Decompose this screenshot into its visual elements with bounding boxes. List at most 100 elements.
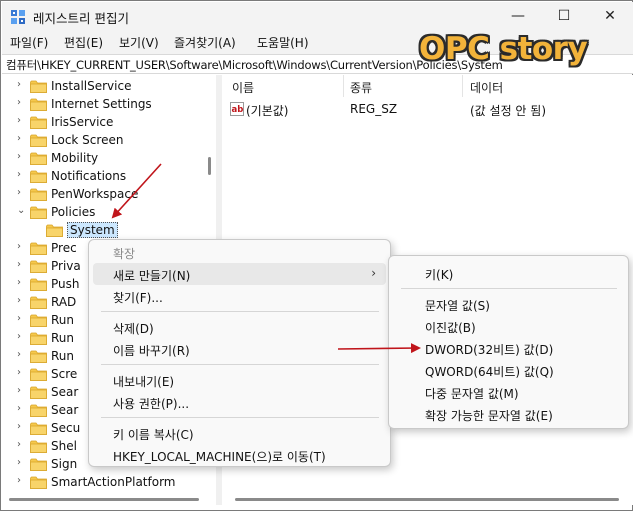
tree-item-label: Notifications	[51, 169, 127, 183]
menu-item-expand[interactable]: 확장	[89, 241, 390, 263]
column-header-data[interactable]: 데이터	[470, 79, 503, 96]
tree-item-label: Run	[51, 349, 75, 363]
chevron-right-icon[interactable]: ›	[17, 277, 21, 288]
chevron-right-icon[interactable]: ›	[17, 403, 21, 414]
chevron-down-icon[interactable]: ⌄	[17, 205, 25, 216]
context-menu: 확장 새로 만들기(N) › 찾기(F)... 삭제(D) 이름 바꾸기(R) 내…	[88, 239, 391, 467]
tree-item-label: Lock Screen	[51, 133, 124, 147]
minimize-button[interactable]: —	[495, 2, 541, 30]
chevron-right-icon[interactable]: ›	[17, 187, 21, 198]
tree-item[interactable]: System	[2, 221, 216, 239]
tree-item[interactable]: › Internet Settings	[2, 95, 216, 113]
title-bar[interactable]: 레지스트리 편집기 — ☐ ✕	[2, 2, 633, 30]
chevron-right-icon[interactable]: ›	[17, 439, 21, 450]
folder-icon	[46, 224, 63, 237]
table-row[interactable]: ab (기본값) REG_SZ (값 설정 안 됨)	[222, 100, 633, 118]
column-header-type[interactable]: 종류	[350, 79, 372, 96]
folder-icon	[30, 134, 47, 147]
menu-file[interactable]: 파일(F)	[10, 34, 48, 51]
chevron-right-icon[interactable]: ›	[17, 241, 21, 252]
folder-icon	[30, 314, 47, 327]
tree-item-label: Prec	[51, 241, 77, 255]
submenu-item-string[interactable]: 문자열 값(S)	[389, 293, 628, 315]
tree-item-label: Internet Settings	[51, 97, 152, 111]
folder-icon	[30, 476, 47, 489]
value-data: (값 설정 안 됨)	[470, 104, 547, 118]
chevron-right-icon[interactable]: ›	[17, 169, 21, 180]
submenu-item-binary[interactable]: 이진값(B)	[389, 315, 628, 337]
menu-separator	[401, 288, 617, 289]
tree-item[interactable]: › Notifications	[2, 167, 216, 185]
tree-item[interactable]: › InstallService	[2, 77, 216, 95]
menu-item-copy-key-name[interactable]: 키 이름 복사(C)	[89, 422, 390, 444]
menu-item-find[interactable]: 찾기(F)...	[89, 285, 390, 307]
maximize-icon: ☐	[557, 8, 571, 24]
menu-item-rename[interactable]: 이름 바꾸기(R)	[89, 338, 390, 360]
tree-item[interactable]: ⌄ Policies	[2, 203, 216, 221]
tree-item-label: SmartActionPlatform	[51, 475, 176, 489]
folder-icon	[30, 368, 47, 381]
close-button[interactable]: ✕	[587, 2, 633, 30]
column-divider[interactable]	[343, 75, 344, 97]
chevron-right-icon[interactable]: ›	[17, 115, 21, 126]
tree-item-label: Sear	[51, 385, 79, 399]
chevron-right-icon[interactable]: ›	[17, 151, 21, 162]
folder-icon	[30, 404, 47, 417]
chevron-right-icon[interactable]: ›	[17, 457, 21, 468]
folder-icon	[30, 206, 47, 219]
chevron-right-icon[interactable]: ›	[17, 475, 21, 486]
chevron-right-icon[interactable]: ›	[17, 79, 21, 90]
submenu-item-dword[interactable]: DWORD(32비트) 값(D)	[389, 337, 628, 359]
tree-item-label: Push	[51, 277, 80, 291]
tree-item[interactable]: › IrisService	[2, 113, 216, 131]
submenu-item-key[interactable]: 키(K)	[389, 262, 628, 284]
menu-item-new[interactable]: 새로 만들기(N) ›	[93, 263, 386, 285]
folder-icon	[30, 116, 47, 129]
submenu-item-qword[interactable]: QWORD(64비트) 값(Q)	[389, 359, 628, 381]
menu-favorites[interactable]: 즐겨찾기(A)	[174, 34, 236, 51]
tree-item[interactable]: › Lock Screen	[2, 131, 216, 149]
folder-icon	[30, 152, 47, 165]
tree-item-label: PenWorkspace	[51, 187, 139, 201]
chevron-right-icon[interactable]: ›	[17, 385, 21, 396]
submenu-item-expandable-string[interactable]: 확장 가능한 문자열 값(E)	[389, 403, 628, 425]
chevron-right-icon[interactable]: ›	[17, 349, 21, 360]
tree-item-label: Scre	[51, 367, 78, 381]
submenu-item-multi-string[interactable]: 다중 문자열 값(M)	[389, 381, 628, 403]
chevron-right-icon[interactable]: ›	[17, 367, 21, 378]
chevron-right-icon[interactable]: ›	[17, 97, 21, 108]
folder-icon	[30, 80, 47, 93]
folder-icon	[30, 170, 47, 183]
chevron-right-icon[interactable]: ›	[17, 331, 21, 342]
menu-edit[interactable]: 편집(E)	[64, 34, 103, 51]
column-header-name[interactable]: 이름	[232, 79, 254, 96]
tree-item-label: System	[67, 222, 118, 238]
chevron-right-icon[interactable]: ›	[17, 313, 21, 324]
chevron-right-icon[interactable]: ›	[17, 259, 21, 270]
registry-editor-icon	[11, 10, 25, 24]
watermark-logo: OPC story	[419, 31, 588, 67]
folder-icon	[30, 458, 47, 471]
chevron-right-icon[interactable]: ›	[17, 421, 21, 432]
tree-item-label: IrisService	[51, 115, 114, 129]
chevron-right-icon[interactable]: ›	[17, 133, 21, 144]
list-horizontal-scrollbar[interactable]	[235, 498, 619, 501]
column-divider[interactable]	[462, 75, 463, 97]
menu-item-goto-hklm[interactable]: HKEY_LOCAL_MACHINE(으)로 이동(T)	[89, 444, 390, 466]
tree-item[interactable]: › SmartActionPlatform	[2, 473, 216, 491]
close-icon: ✕	[604, 8, 616, 24]
tree-scrollbar-thumb[interactable]	[208, 157, 211, 175]
tree-item-label: Secu	[51, 421, 81, 435]
tree-item[interactable]: › PenWorkspace	[2, 185, 216, 203]
svg-text:ab: ab	[232, 105, 244, 115]
menu-item-delete[interactable]: 삭제(D)	[89, 316, 390, 338]
menu-item-export[interactable]: 내보내기(E)	[89, 369, 390, 391]
menu-help[interactable]: 도움말(H)	[257, 34, 309, 51]
tree-item-label: Sign	[51, 457, 78, 471]
tree-horizontal-scrollbar[interactable]	[9, 498, 199, 501]
chevron-right-icon[interactable]: ›	[17, 295, 21, 306]
menu-item-permissions[interactable]: 사용 권한(P)...	[89, 391, 390, 413]
menu-view[interactable]: 보기(V)	[119, 34, 159, 51]
maximize-button[interactable]: ☐	[541, 2, 587, 30]
tree-item[interactable]: › Mobility	[2, 149, 216, 167]
